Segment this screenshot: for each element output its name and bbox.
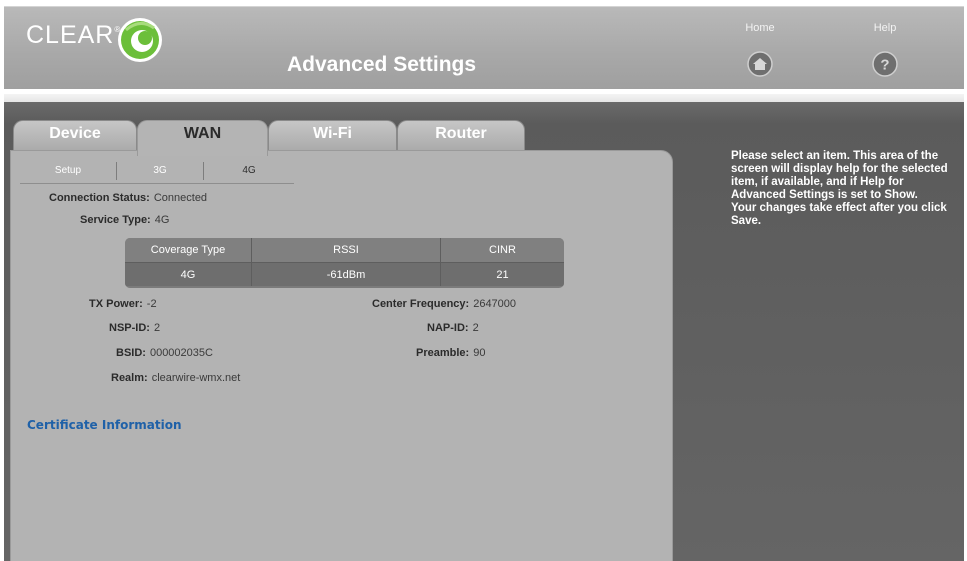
subtab-4g[interactable]: 4G <box>204 161 294 183</box>
nap-id-label: NAP-ID: <box>427 322 469 334</box>
nap-id-value: 2 <box>472 322 479 334</box>
bsid-value: 000002035C <box>149 347 213 359</box>
cinr-header: CINR <box>489 244 516 256</box>
preamble-field: Preamble: 90 <box>416 347 485 359</box>
rssi-value: -61dBm <box>252 263 441 286</box>
help-icon[interactable]: ? <box>872 51 898 77</box>
wan-subnav: Setup 3G 4G <box>20 161 294 184</box>
realm-label: Realm: <box>111 372 148 384</box>
brand-name: CLEAR <box>26 21 115 49</box>
clear-logo-icon <box>118 18 162 62</box>
service-type-value: 4G <box>154 214 170 226</box>
tab-device[interactable]: Device <box>13 120 137 152</box>
rssi-header: RSSI <box>252 238 441 262</box>
center-frequency-value: 2647000 <box>473 298 517 310</box>
bsid-field: BSID: 000002035C <box>116 347 213 359</box>
service-type-field: Service Type: 4G <box>80 214 169 226</box>
subtab-setup[interactable]: Setup <box>20 161 116 183</box>
page-title: Advanced Settings <box>287 53 477 76</box>
help-text-instructions: Please select an item. This area of the … <box>731 150 948 201</box>
connection-status-value: Connected <box>153 192 208 204</box>
preamble-label: Preamble: <box>416 347 470 359</box>
service-type-label: Service Type: <box>80 214 151 226</box>
certificate-information-link[interactable]: Certificate Information <box>27 418 182 432</box>
help-panel: Please select an item. This area of the … <box>731 150 953 228</box>
realm-value: clearwire-wmx.net <box>151 372 241 384</box>
nsp-id-field: NSP-ID: 2 <box>109 322 160 334</box>
preamble-value: 90 <box>473 347 486 359</box>
nsp-id-label: NSP-ID: <box>109 322 150 334</box>
tx-power-value: -2 <box>146 298 157 310</box>
tab-wan[interactable]: WAN <box>137 120 268 156</box>
nav-help-link[interactable]: Help <box>855 22 915 34</box>
cinr-value: 21 <box>496 269 509 281</box>
nap-id-field: NAP-ID: 2 <box>427 322 479 334</box>
brand-logo-text: CLEAR® <box>26 21 121 50</box>
signal-table-header: Coverage Type RSSI CINR <box>125 238 564 262</box>
table-row: 4G -61dBm 21 <box>125 262 564 286</box>
svg-text:?: ? <box>880 57 889 74</box>
connection-status-label: Connection Status: <box>49 192 150 204</box>
tab-wifi[interactable]: Wi-Fi <box>268 120 397 152</box>
tx-power-label: TX Power: <box>89 298 143 310</box>
signal-table: Coverage Type RSSI CINR 4G -61dBm 21 <box>125 238 564 288</box>
tab-router[interactable]: Router <box>397 120 525 152</box>
tx-power-field: TX Power: -2 <box>89 298 157 310</box>
center-frequency-field: Center Frequency: 2647000 <box>372 298 516 310</box>
subtab-3g[interactable]: 3G <box>117 161 203 183</box>
coverage-type-value: 4G <box>125 263 252 286</box>
home-icon[interactable] <box>747 51 773 77</box>
nav-home-link[interactable]: Home <box>730 22 790 34</box>
nsp-id-value: 2 <box>153 322 161 334</box>
coverage-type-header: Coverage Type <box>125 238 252 262</box>
realm-field: Realm: clearwire-wmx.net <box>111 372 240 384</box>
bsid-label: BSID: <box>116 347 146 359</box>
header-bar: CLEAR® Advanced Settings Home Help ? <box>4 6 964 89</box>
help-text-save-note: Your changes take effect after you click… <box>731 202 947 227</box>
center-frequency-label: Center Frequency: <box>372 298 470 310</box>
connection-status-field: Connection Status: Connected <box>49 192 207 204</box>
wan-content-panel <box>10 150 673 561</box>
